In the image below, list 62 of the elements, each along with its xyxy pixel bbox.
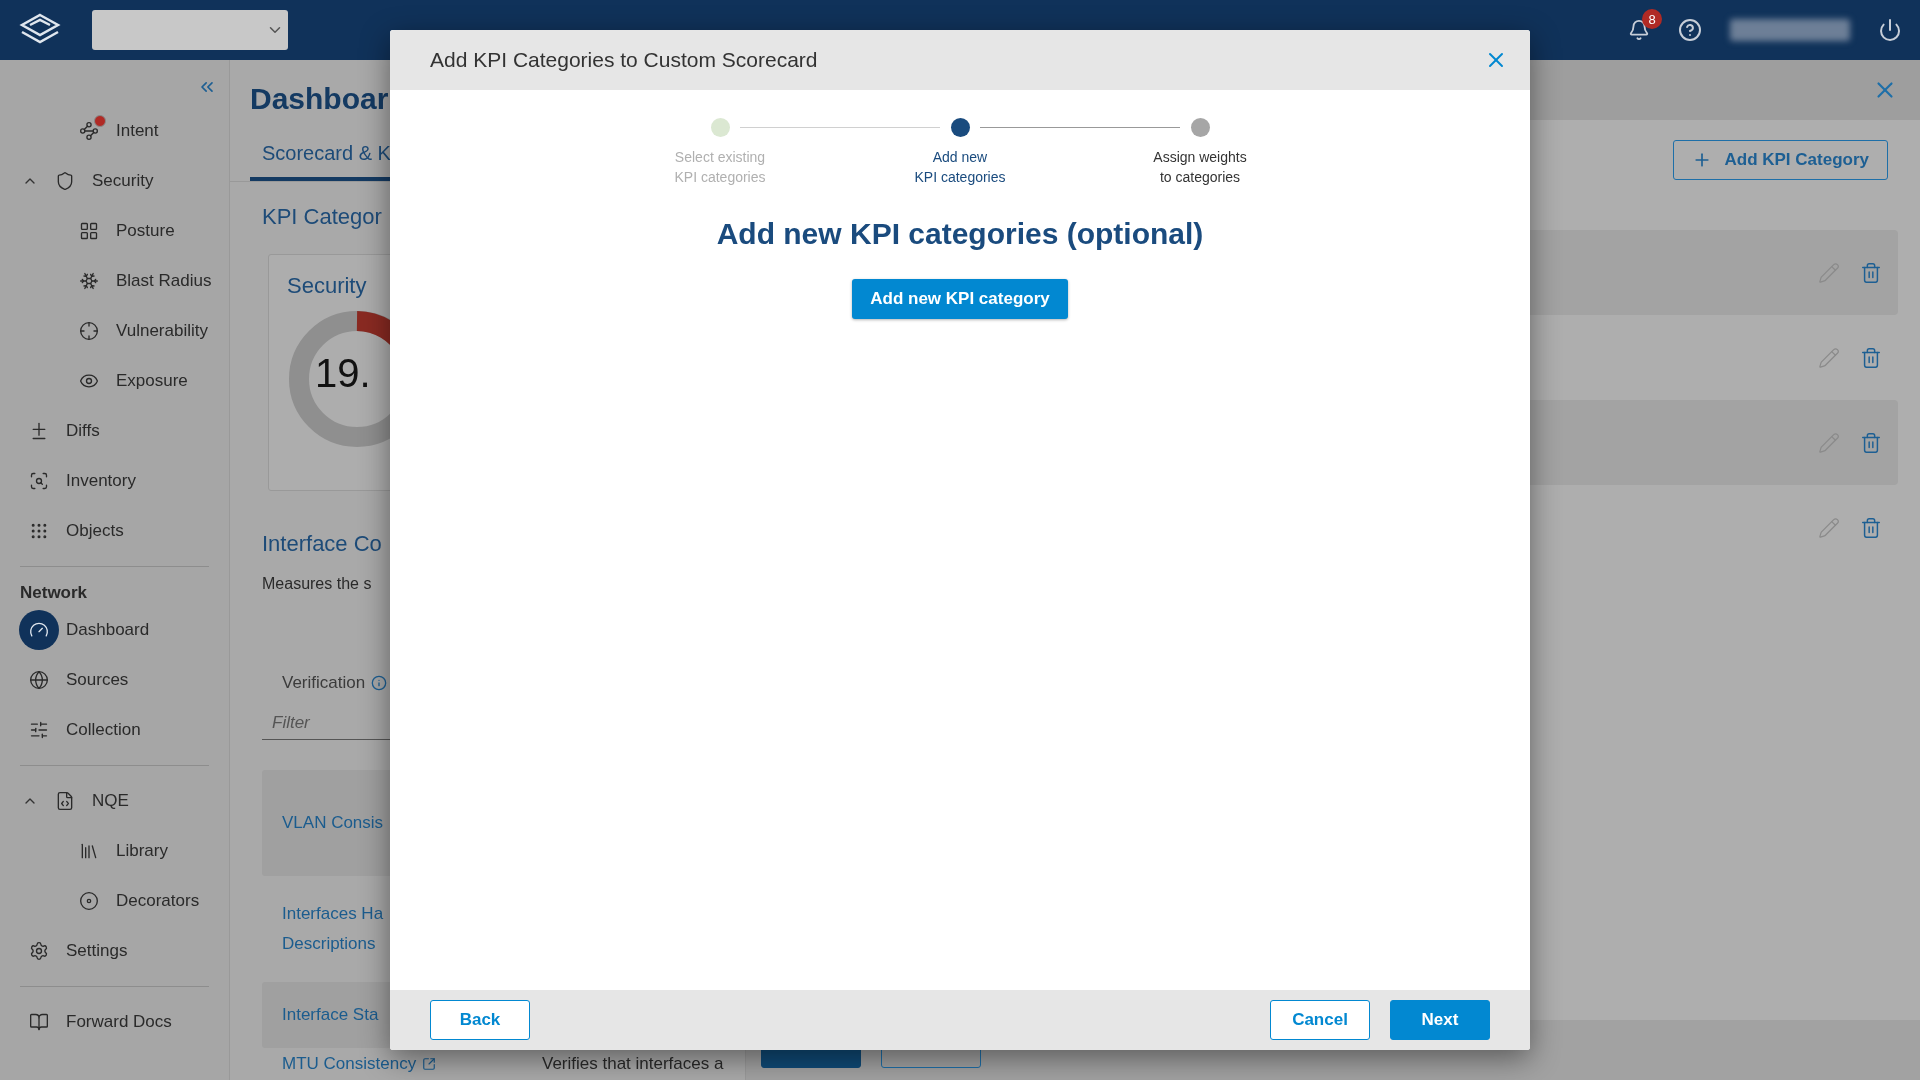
nav-item[interactable]: NQE [0,776,229,826]
snowflake-icon [79,271,99,291]
section-title: KPI Categor [262,204,383,230]
page-title: Dashboar [250,82,390,116]
nav-item[interactable]: Dashboard [0,605,229,655]
nav-item[interactable]: Library [0,826,229,876]
card-title: Security [287,273,368,299]
crosshair-icon [79,321,99,341]
route-icon [79,121,99,141]
dots-grid-icon [29,521,49,541]
nav-item[interactable]: Forward Docs [0,997,229,1047]
nav-item[interactable]: Vulnerability [0,306,229,356]
step-label: Add new KPI categories [914,148,1006,187]
grid-icon [79,221,99,241]
code-file-icon [55,791,75,811]
dialog-button[interactable]: Cancel [1270,1000,1370,1040]
add-kpi-category-button[interactable]: Add KPI Category [1673,140,1888,180]
dialog-button[interactable]: Back [430,1000,530,1040]
category-description: Measures the s [262,575,373,593]
nav-item[interactable]: Posture [0,206,229,256]
verification-link[interactable]: MTU Consistency [282,1049,542,1079]
disc-icon [79,891,99,911]
globe-icon [29,670,49,690]
dialog-heading: Add new KPI categories (optional) [716,217,1204,251]
shield-icon [55,171,75,191]
nav-item[interactable]: Diffs [0,406,229,456]
step-label: Assign weights to categories [1153,148,1247,187]
nav-item[interactable]: Decorators [0,876,229,926]
dialog-title: Add KPI Categories to Custom Scorecard [430,48,818,72]
info-icon [371,675,388,691]
book-icon [29,1012,49,1032]
nav-item[interactable]: Sources [0,655,229,705]
trash-icon[interactable] [1860,431,1882,454]
notification-bell-icon[interactable] [1628,19,1650,41]
score-value: 19. [315,351,371,396]
nav-item[interactable]: Exposure [0,356,229,406]
power-icon[interactable] [1878,18,1902,42]
sliders-icon [29,720,49,740]
column-header: Verification [282,673,366,693]
category-title: Interface Co [262,531,383,557]
library-icon [79,841,99,861]
trash-icon[interactable] [1860,346,1882,369]
pencil-icon[interactable] [1818,346,1840,369]
nav-item[interactable]: Intent [0,106,229,156]
help-icon[interactable] [1678,18,1702,42]
nav-item[interactable]: Security [0,156,229,206]
section-title: Network [19,582,89,604]
trash-icon[interactable] [1860,516,1882,539]
nav-item[interactable]: Inventory [0,456,229,506]
scan-search-icon [29,471,49,491]
step-label: Select existing KPI categories [674,148,766,187]
trash-icon[interactable] [1860,261,1882,284]
nav-item[interactable]: Objects [0,506,229,556]
dialog-button[interactable]: Next [1390,1000,1490,1040]
table-cell-text: Verifies that interfaces a [542,1054,725,1074]
add-category-button[interactable]: Add new KPI category [852,279,1068,319]
nav-item[interactable]: Blast Radius [0,256,229,306]
nav-item[interactable]: Collection [0,705,229,755]
settings-icon [29,941,49,961]
nav-item[interactable]: Settings [0,926,229,976]
pencil-icon[interactable] [1818,516,1840,539]
notification-count: 8 [1642,9,1662,29]
